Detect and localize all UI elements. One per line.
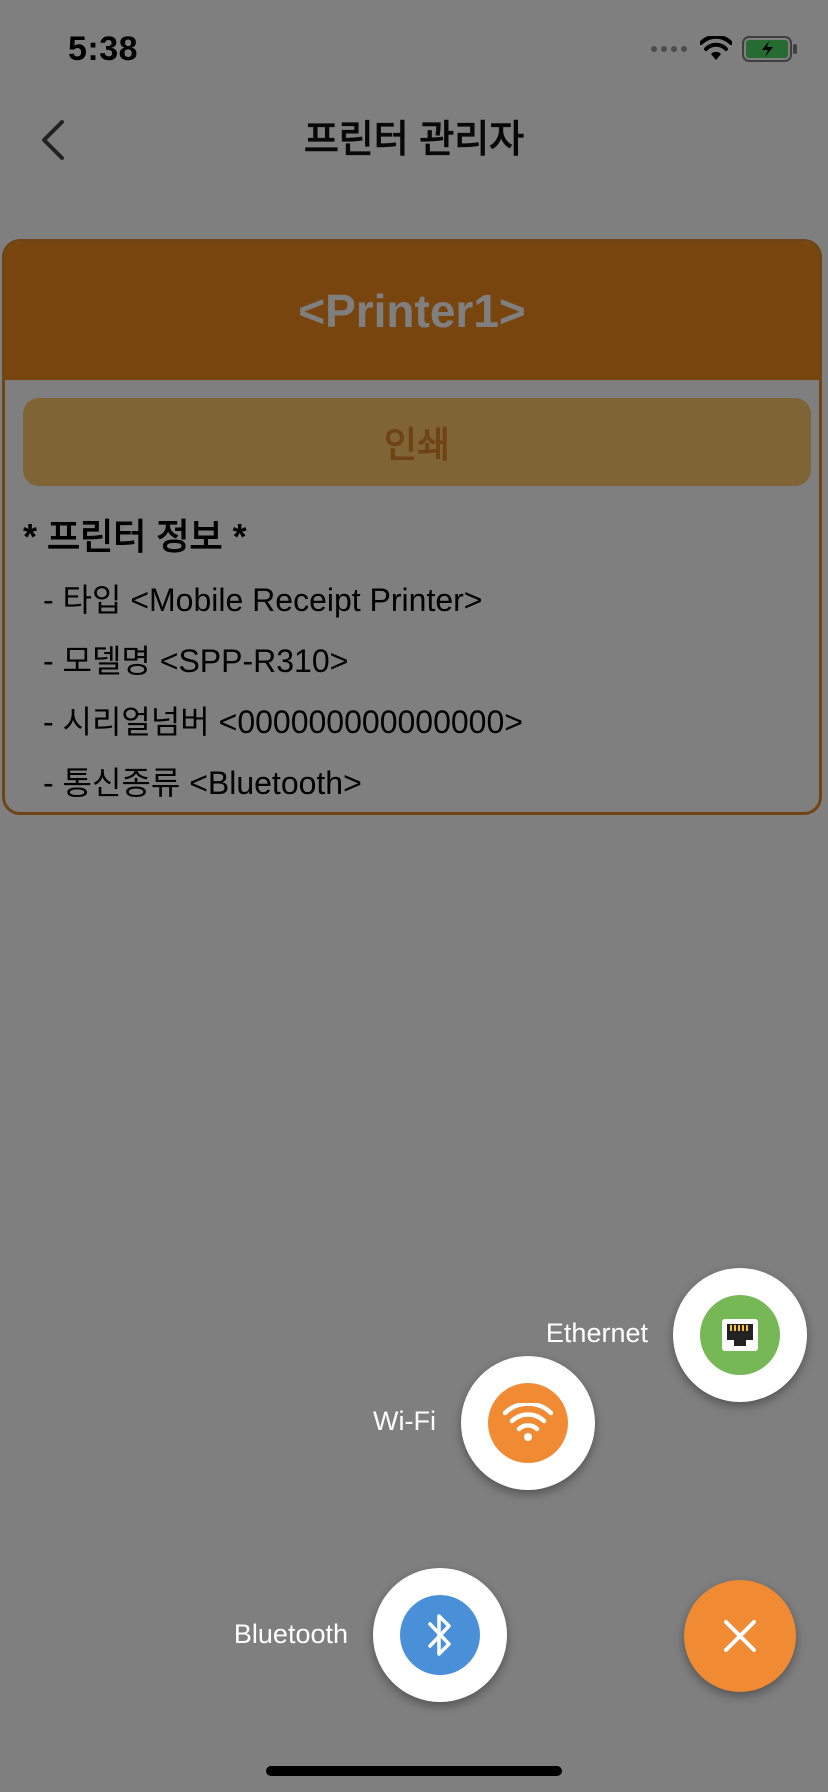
ethernet-label: Ethernet — [545, 1318, 648, 1348]
wifi-option-button[interactable] — [461, 1356, 595, 1490]
ethernet-icon — [722, 1319, 758, 1351]
bluetooth-option-button[interactable] — [373, 1568, 507, 1702]
bluetooth-icon — [428, 1614, 451, 1656]
ethernet-icon-circle — [700, 1295, 780, 1375]
ethernet-option-button[interactable] — [673, 1268, 807, 1402]
close-icon — [724, 1620, 756, 1652]
screen: 5:38 프린터 관리자 <Printer1> 인쇄 — [0, 0, 828, 1792]
bluetooth-label: Bluetooth — [233, 1619, 348, 1649]
wifi-icon-circle — [488, 1383, 568, 1463]
home-indicator — [266, 1766, 562, 1776]
fab-close-button[interactable] — [684, 1580, 796, 1692]
bluetooth-icon-circle — [400, 1595, 480, 1675]
wifi-label: Wi-Fi — [373, 1406, 436, 1436]
dim-overlay[interactable] — [0, 0, 828, 1792]
wifi-icon — [503, 1403, 553, 1441]
